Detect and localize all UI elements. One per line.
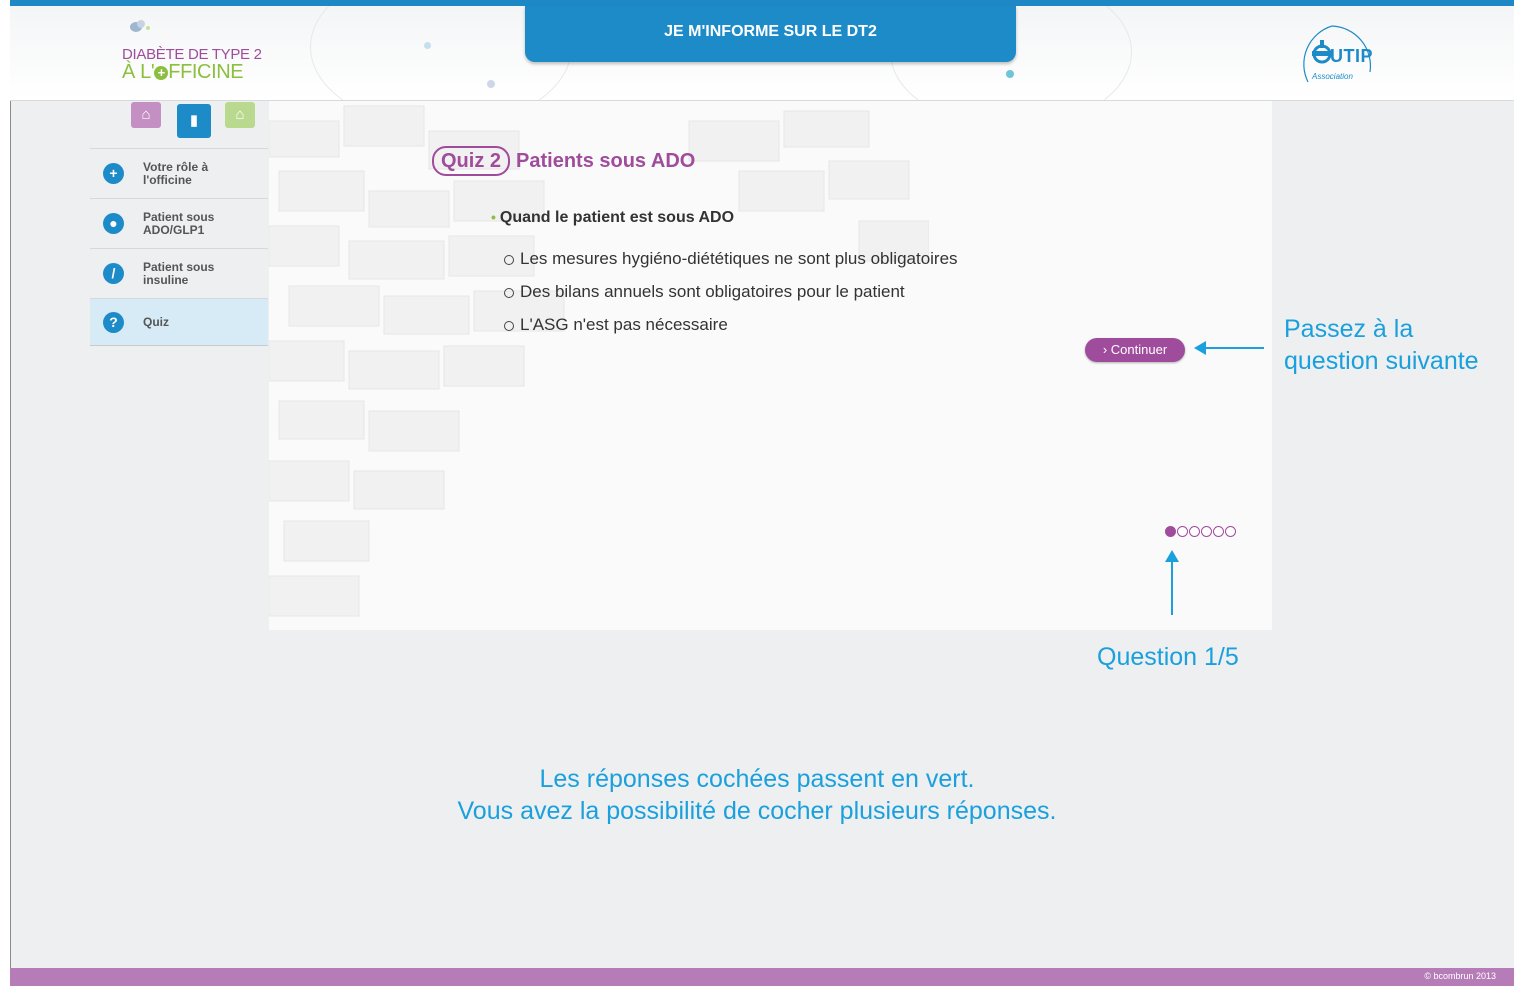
question-progress bbox=[1165, 526, 1237, 537]
answer-label: Des bilans annuels sont obligatoires pou… bbox=[520, 282, 905, 301]
sidebar-item-insuline[interactable]: / Patient sous insuline bbox=[90, 248, 268, 298]
continue-button[interactable]: › Continuer bbox=[1085, 338, 1185, 362]
pharmacy-icon[interactable]: ⌂ bbox=[225, 102, 255, 128]
answer-option[interactable]: Les mesures hygiéno-diététiques ne sont … bbox=[504, 249, 958, 282]
sidebar: + Votre rôle à l'officine ● Patient sous… bbox=[90, 148, 268, 346]
page-title: JE M'INFORME SUR LE DT2 bbox=[525, 6, 1016, 62]
next-question-callout: Passez à la question suivante bbox=[1284, 313, 1479, 377]
chevron-right-icon: › bbox=[1102, 342, 1108, 357]
sidebar-item-role[interactable]: + Votre rôle à l'officine bbox=[90, 148, 268, 198]
continue-label: Continuer bbox=[1110, 342, 1168, 357]
book-icon[interactable]: ▮ bbox=[177, 104, 211, 138]
utip-logo[interactable]: UTIP Association bbox=[1296, 20, 1396, 90]
decor-dot bbox=[424, 42, 431, 49]
quiz-badge: Quiz 2 bbox=[432, 146, 511, 176]
question-counter-callout: Question 1/5 bbox=[1097, 643, 1239, 671]
decor-dot bbox=[1006, 70, 1014, 78]
answer-option[interactable]: Des bilans annuels sont obligatoires pou… bbox=[504, 282, 958, 315]
answer-label: Les mesures hygiéno-diététiques ne sont … bbox=[520, 249, 958, 268]
sidebar-item-label: Votre rôle à l'officine bbox=[143, 159, 209, 187]
progress-dot[interactable] bbox=[1201, 526, 1212, 537]
radio-icon[interactable] bbox=[504, 288, 514, 298]
brick-wall-background bbox=[269, 105, 929, 617]
progress-dot[interactable] bbox=[1213, 526, 1224, 537]
syringe-icon: / bbox=[103, 263, 124, 284]
logo-line2-prefix: À L' bbox=[122, 61, 155, 83]
answer-option[interactable]: L'ASG n'est pas nécessaire bbox=[504, 315, 958, 348]
quiz-heading: Patients sous ADO bbox=[516, 149, 696, 172]
quiz-title: Quiz 2 Patients sous ADO bbox=[432, 146, 695, 176]
pharmacy-cross-icon: + bbox=[154, 66, 169, 80]
sidebar-item-ado[interactable]: ● Patient sous ADO/GLP1 bbox=[90, 198, 268, 248]
utip-subtitle: Association bbox=[1312, 72, 1353, 81]
progress-dot[interactable] bbox=[1225, 526, 1236, 537]
radio-icon[interactable] bbox=[504, 321, 514, 331]
sidebar-item-label: Quiz bbox=[143, 314, 169, 329]
sidebar-item-quiz[interactable]: ? Quiz bbox=[90, 298, 268, 346]
sidebar-item-label: Patient sous insuline bbox=[143, 259, 215, 287]
question-label: Quand le patient est sous ADO bbox=[499, 209, 735, 226]
logo-line2: À L' + FFICINE bbox=[122, 61, 244, 84]
info-text: Les réponses cochées passent en vert. Vo… bbox=[0, 763, 1514, 827]
utip-name: UTIP bbox=[1330, 46, 1374, 66]
callout-line: question suivante bbox=[1284, 347, 1479, 375]
info-line: Les réponses cochées passent en vert. bbox=[539, 765, 975, 793]
answer-list: Les mesures hygiéno-diététiques ne sont … bbox=[504, 249, 958, 348]
info-line: Vous avez la possibilité de cocher plusi… bbox=[457, 797, 1057, 825]
footer: © bcombrun 2013 bbox=[10, 968, 1514, 986]
logo-bubble bbox=[146, 26, 150, 30]
progress-dot[interactable] bbox=[1189, 526, 1200, 537]
sidebar-item-label: Patient sous ADO/GLP1 bbox=[143, 209, 215, 237]
decor-dot bbox=[487, 80, 495, 88]
copyright: © bcombrun 2013 bbox=[1424, 971, 1496, 981]
progress-dot[interactable] bbox=[1177, 526, 1188, 537]
progress-dot-active[interactable] bbox=[1165, 526, 1176, 537]
logo-bubble bbox=[137, 20, 145, 28]
pill-icon: ● bbox=[103, 213, 124, 234]
question-icon: ? bbox=[103, 311, 124, 333]
quiz-panel: Quiz 2 Patients sous ADO • Quand le patie… bbox=[269, 101, 1272, 630]
callout-line: Passez à la bbox=[1284, 315, 1414, 343]
arrow-left-icon bbox=[1194, 341, 1264, 355]
radio-icon[interactable] bbox=[504, 255, 514, 265]
plus-icon: + bbox=[103, 163, 124, 184]
logo-line2-suffix: FFICINE bbox=[168, 61, 244, 83]
home-icon[interactable]: ⌂ bbox=[131, 102, 161, 128]
arrow-up-icon bbox=[1165, 550, 1179, 615]
answer-label: L'ASG n'est pas nécessaire bbox=[520, 315, 728, 334]
bullet-icon: • bbox=[491, 209, 496, 225]
question-text: • Quand le patient est sous ADO bbox=[491, 209, 734, 227]
